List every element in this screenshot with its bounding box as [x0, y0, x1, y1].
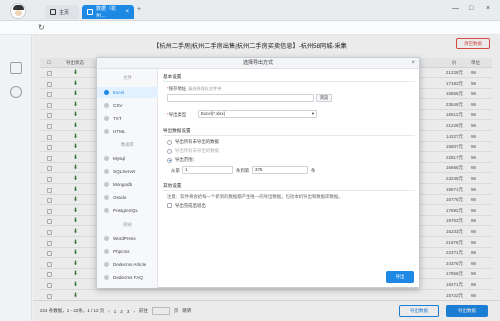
exit-after-export-checkbox[interactable]: [167, 203, 172, 208]
tab-data-label: 数据（杭州…: [96, 6, 117, 19]
range-to-unit: 条: [311, 168, 316, 173]
csv-icon: [104, 103, 109, 108]
export-type-sidebar: 文件 Excel CSV TXT HTML 数据库 Mysql SQLServe…: [97, 69, 158, 288]
range-to-input[interactable]: 375: [252, 166, 308, 174]
avatar-face-shape: [15, 10, 22, 16]
export-type-mongodb[interactable]: Mongodb: [97, 179, 158, 190]
txt-label: TXT: [113, 116, 122, 121]
exit-after-export-label: 导出完成后退出: [175, 203, 206, 208]
dialog-close-icon[interactable]: ×: [411, 59, 415, 68]
avatar[interactable]: [10, 3, 26, 19]
oracle-label: Oracle: [113, 195, 127, 200]
export-type-dedecms-faq[interactable]: Dedecms FAQ: [97, 272, 158, 283]
phpcms-icon: [104, 249, 109, 254]
group-db-label: 数据库: [121, 142, 134, 147]
range-option-unexported[interactable]: 导出所有未导出的数据: [167, 139, 219, 145]
basic-section-title: 基本设置: [163, 74, 182, 79]
export-type-oracle[interactable]: Oracle: [97, 192, 158, 203]
wordpress-label: WordPress: [113, 236, 136, 241]
export-type-wordpress[interactable]: WordPress: [97, 233, 158, 244]
export-type-html[interactable]: HTML: [97, 126, 158, 137]
export-note-text: 注意：软件将会给每一个抓到的数据都产生唯一的导出数据，包括本机导出和数据库数据。: [167, 194, 343, 199]
dedecms-article-icon: [104, 262, 109, 267]
export-dialog: 选择导出方式 × 文件 Excel CSV TXT HTML 数据库 Mysql…: [96, 57, 420, 288]
section-divider: [163, 190, 415, 191]
html-label: HTML: [113, 129, 126, 134]
radio-button[interactable]: [167, 139, 172, 145]
other-section-title: 其他设置: [163, 183, 182, 188]
section-divider: [163, 135, 415, 136]
tab-data[interactable]: 数据（杭州… ×: [82, 5, 134, 19]
confirm-export-button[interactable]: 导出: [386, 271, 414, 283]
browse-button[interactable]: 浏览: [316, 94, 332, 102]
export-type-txt[interactable]: TXT: [97, 113, 158, 124]
refresh-icon[interactable]: ↻: [38, 23, 45, 32]
tab-home[interactable]: 主页: [45, 5, 79, 19]
postgresql-icon: [104, 208, 109, 213]
chevron-down-icon: ▾: [311, 111, 314, 116]
export-type-postgresql[interactable]: PostgreSQL: [97, 205, 158, 216]
range-option-2-label: 导出所有未导出的数据: [175, 148, 219, 153]
html-icon: [104, 129, 109, 134]
save-path-hint: 请选择保存文件夹: [188, 86, 222, 91]
excel-icon: [104, 90, 109, 95]
range-from-input[interactable]: 1: [182, 166, 233, 174]
mysql-label: Mysql: [113, 156, 125, 161]
group-file-label: 文件: [123, 75, 132, 80]
minimize-button[interactable]: —: [452, 5, 459, 12]
dialog-title: 选择导出方式: [97, 58, 419, 69]
dialog-body: 基本设置 *保存地址 请选择保存文件夹 浏览 *导出类型 Excel(*.xls…: [158, 69, 419, 288]
sqlserver-icon: [104, 169, 109, 174]
dedecms-faq-label: Dedecms FAQ: [113, 275, 143, 280]
dedecms-article-label: Dedecms Article: [113, 262, 147, 267]
export-type-csv[interactable]: CSV: [97, 100, 158, 111]
add-tab-button[interactable]: +: [137, 6, 141, 13]
mysql-icon: [104, 156, 109, 161]
radio-button[interactable]: [167, 148, 172, 154]
range-from-label: 从第: [171, 168, 180, 173]
export-type-mysql[interactable]: Mysql: [97, 153, 158, 164]
csv-label: CSV: [113, 103, 123, 108]
phpcms-label: Phpcms: [113, 249, 130, 254]
tab-close-icon[interactable]: ×: [125, 9, 129, 15]
maximize-button[interactable]: □: [469, 5, 473, 12]
file-type-value: Excel(*.xlsx): [201, 111, 226, 116]
save-path-input[interactable]: [167, 94, 314, 102]
title-bar: 主页 数据（杭州… × + — □ ×: [0, 0, 500, 21]
home-icon: [50, 9, 56, 15]
section-divider: [163, 81, 415, 82]
left-sidebar: [0, 35, 32, 321]
close-window-button[interactable]: ×: [486, 5, 490, 12]
range-section-title: 导出数据设置: [163, 128, 191, 133]
group-site-label: 网站: [123, 222, 132, 227]
txt-icon: [104, 116, 109, 121]
excel-label: Excel: [113, 90, 125, 95]
file-type-label: *导出类型: [167, 112, 187, 117]
new-task-icon[interactable]: [10, 62, 22, 74]
range-to-label: 条到第: [236, 168, 250, 173]
layers-icon[interactable]: [10, 86, 22, 98]
data-tab-icon: [87, 9, 93, 15]
radio-button-selected[interactable]: [167, 157, 172, 163]
range-option-3-label: 导出范围：: [175, 157, 197, 162]
export-type-excel[interactable]: Excel: [97, 87, 158, 98]
mongodb-label: Mongodb: [113, 182, 133, 187]
tab-home-label: 主页: [59, 9, 70, 16]
range-option-1-label: 导出所有未导出的数据: [175, 139, 219, 144]
file-type-select[interactable]: Excel(*.xlsx) ▾: [198, 110, 317, 118]
wordpress-icon: [104, 236, 109, 241]
save-path-label: *保存地址: [167, 86, 187, 91]
export-type-sqlserver[interactable]: SQLServer: [97, 166, 158, 177]
sqlserver-label: SQLServer: [113, 169, 136, 174]
export-type-dedecms-article[interactable]: Dedecms Article: [97, 259, 158, 270]
postgresql-label: PostgreSQL: [113, 208, 139, 213]
mongodb-icon: [104, 182, 109, 187]
range-option-all[interactable]: 导出所有未导出的数据: [167, 148, 219, 154]
export-type-phpcms[interactable]: Phpcms: [97, 246, 158, 257]
range-option-custom[interactable]: 导出范围：: [167, 157, 197, 163]
oracle-icon: [104, 195, 109, 200]
dedecms-faq-icon: [104, 275, 109, 280]
toolbar-row: ↻: [0, 21, 500, 35]
